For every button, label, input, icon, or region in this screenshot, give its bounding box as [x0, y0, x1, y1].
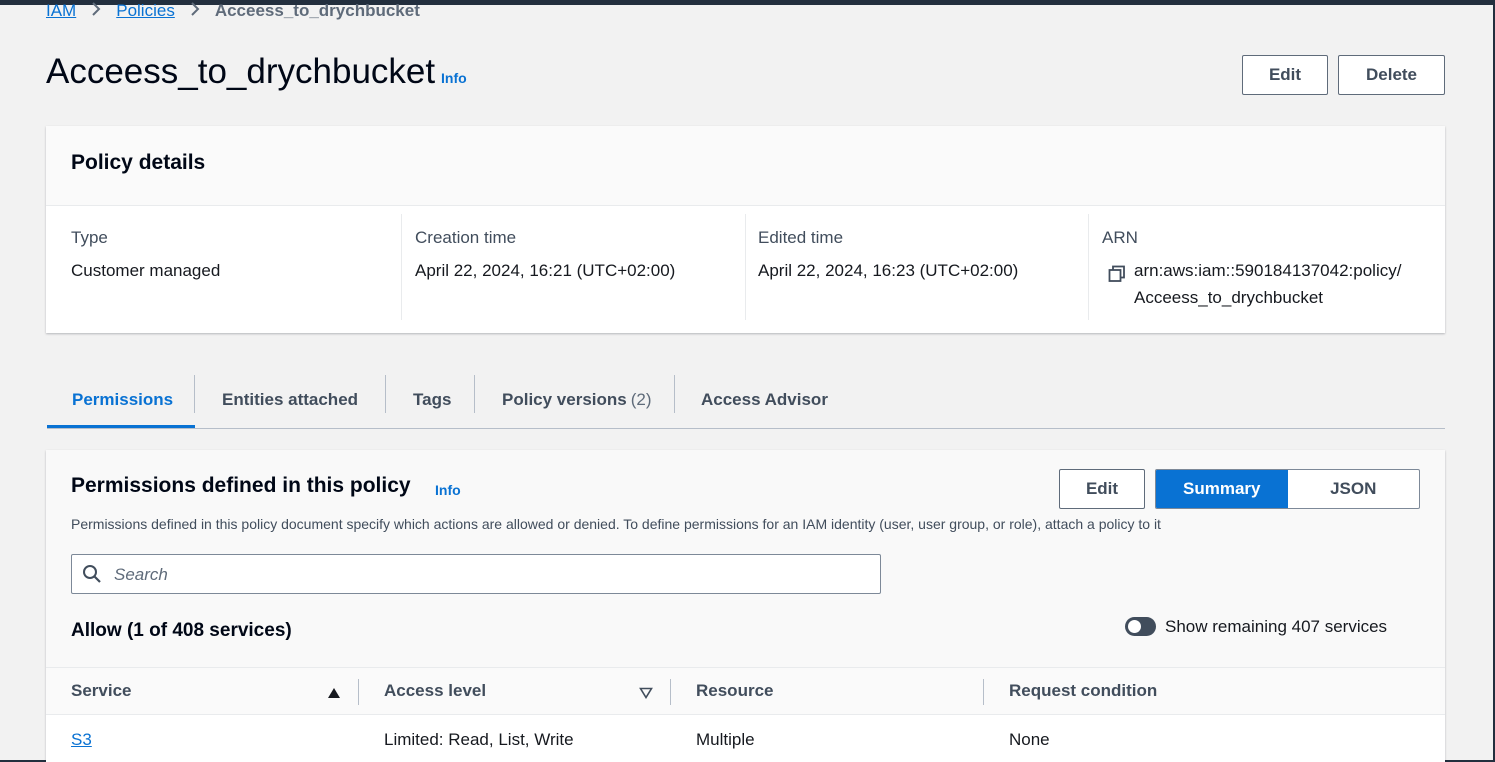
creation-time-label: Creation time [415, 228, 517, 247]
active-tab-indicator [47, 425, 195, 428]
search-input[interactable] [112, 555, 866, 594]
column-divider [745, 214, 746, 320]
arn-label: ARN [1102, 228, 1138, 247]
summary-view-button[interactable]: Summary [1156, 470, 1288, 508]
search-field [71, 554, 881, 594]
access-level-cell: Limited: Read, List, Write [384, 730, 574, 749]
allow-services-title: Allow (1 of 408 services) [71, 620, 292, 641]
detail-arn: ARN arn:aws:iam::590184137042:policy/ Ac… [1102, 214, 1432, 320]
column-header-access-level[interactable]: Access level [384, 681, 486, 701]
sort-ascending-icon[interactable] [327, 686, 341, 704]
tab-separator [385, 375, 386, 413]
column-divider [358, 679, 359, 705]
edit-permissions-button[interactable]: Edit [1059, 469, 1145, 509]
breadcrumb-current: Acceess_to_drychbucket [214, 1, 420, 20]
column-divider [1088, 214, 1089, 320]
tab-bar: Permissions Entities attached Tags Polic… [47, 372, 1445, 429]
edited-time-label: Edited time [758, 228, 844, 247]
request-condition-cell: None [1009, 730, 1050, 749]
breadcrumb-policies[interactable]: Policies [116, 1, 175, 21]
tab-policy-versions-label: Policy versions [502, 390, 627, 409]
service-link-s3[interactable]: S3 [71, 730, 92, 750]
sort-descending-icon[interactable] [639, 686, 653, 704]
detail-type: Type Customer managed [71, 214, 396, 320]
arn-value-line1: arn:aws:iam::590184137042:policy/ [1134, 261, 1402, 280]
column-header-resource[interactable]: Resource [696, 681, 773, 701]
edited-time-value: April 22, 2024, 16:23 (UTC+02:00) [758, 261, 1019, 280]
breadcrumb-iam[interactable]: IAM [46, 1, 76, 21]
policy-versions-count: (2) [630, 390, 652, 409]
tab-entities-attached[interactable]: Entities attached [222, 372, 358, 428]
table-header: Service Access level Resource Request co… [46, 667, 1445, 715]
permissions-title: Permissions defined in this policy [71, 474, 411, 497]
tab-permissions[interactable]: Permissions [72, 372, 173, 428]
page-info-link[interactable]: Info [441, 70, 467, 86]
detail-creation-time: Creation time April 22, 2024, 16:21 (UTC… [415, 214, 740, 320]
copy-icon[interactable] [1108, 265, 1126, 288]
policy-details-card: Policy details Type Customer managed Cre… [46, 126, 1445, 333]
policy-details-title: Policy details [71, 151, 206, 174]
resource-cell: Multiple [696, 730, 755, 749]
edit-policy-button[interactable]: Edit [1242, 55, 1328, 95]
page-title: Acceess_to_drychbucket [46, 52, 436, 91]
detail-type-value: Customer managed [71, 261, 221, 280]
tab-separator [474, 375, 475, 413]
chevron-right-icon [190, 1, 200, 21]
delete-policy-button[interactable]: Delete [1338, 55, 1445, 95]
json-view-button[interactable]: JSON [1288, 470, 1420, 508]
arn-value-line2: Acceess_to_drychbucket [1134, 288, 1323, 307]
tab-tags[interactable]: Tags [413, 372, 451, 428]
column-divider [983, 679, 984, 705]
permissions-description: Permissions defined in this policy docum… [71, 516, 1161, 532]
breadcrumb: IAM Policies Acceess_to_drychbucket [46, 0, 420, 22]
search-icon [82, 564, 102, 584]
column-header-service[interactable]: Service [71, 681, 132, 701]
tab-policy-versions[interactable]: Policy versions (2) [502, 372, 652, 428]
tab-separator [674, 375, 675, 413]
column-divider [670, 679, 671, 705]
tab-access-advisor[interactable]: Access Advisor [701, 372, 828, 428]
permissions-card: Permissions defined in this policy Info … [46, 450, 1445, 762]
toggle-knob [1128, 620, 1141, 633]
tab-separator [194, 375, 195, 413]
chevron-right-icon [91, 1, 101, 21]
card-header [46, 126, 1445, 206]
permissions-info-link[interactable]: Info [435, 482, 461, 498]
column-header-request-condition[interactable]: Request condition [1009, 681, 1157, 701]
show-remaining-toggle[interactable] [1125, 617, 1156, 636]
creation-time-value: April 22, 2024, 16:21 (UTC+02:00) [415, 261, 676, 280]
detail-type-label: Type [71, 228, 108, 247]
column-divider [401, 214, 402, 320]
show-remaining-label: Show remaining 407 services [1165, 617, 1388, 636]
view-toggle: Summary JSON [1155, 469, 1420, 509]
detail-edited-time: Edited time April 22, 2024, 16:23 (UTC+0… [758, 214, 1083, 320]
